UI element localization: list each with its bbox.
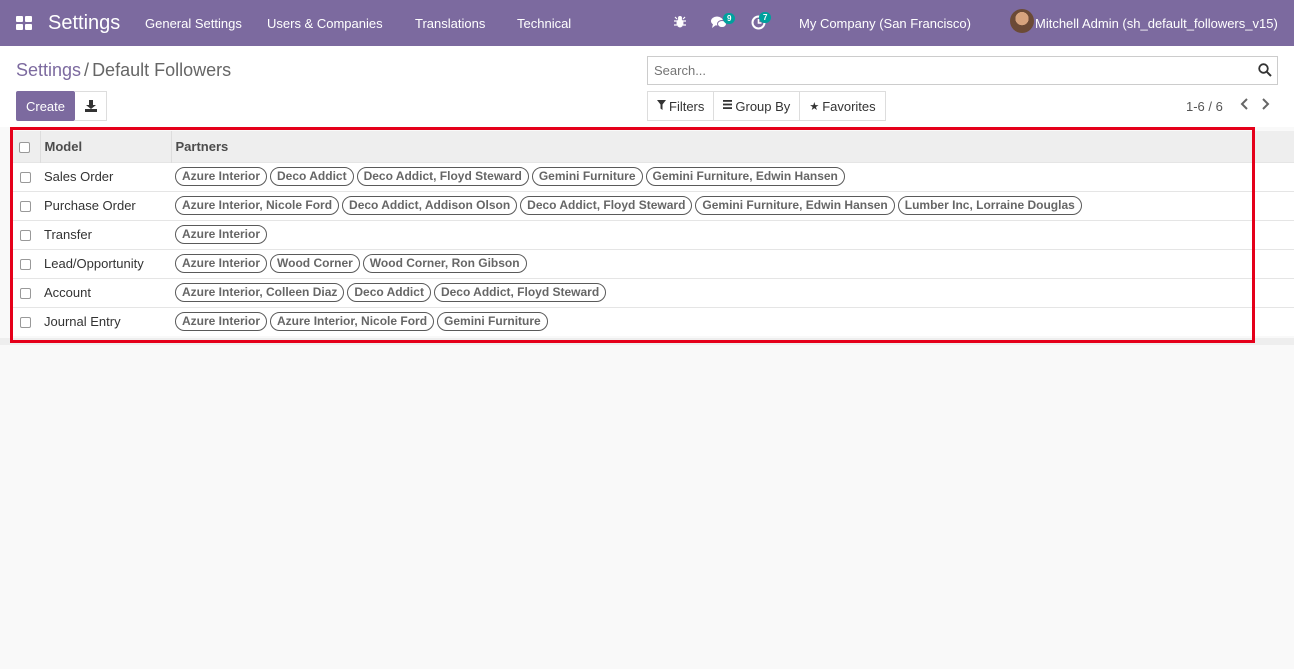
menu-technical[interactable]: Technical: [517, 16, 571, 31]
favorites-label: Favorites: [822, 98, 876, 114]
model-cell[interactable]: Journal Entry: [40, 307, 171, 336]
menu-users-companies[interactable]: Users & Companies: [267, 16, 383, 31]
partners-cell[interactable]: Azure Interior: [171, 220, 1294, 249]
pager-next-chevron-right-icon[interactable]: [1261, 97, 1271, 113]
row-checkbox-cell: [10, 249, 40, 278]
row-checkbox-cell: [10, 220, 40, 249]
group-by-label: Group By: [735, 98, 791, 114]
breadcrumb-separator: /: [84, 60, 90, 80]
partner-tag: Deco Addict, Addison Olson: [342, 196, 518, 215]
partner-tag: Azure Interior: [175, 167, 268, 186]
menu-translations[interactable]: Translations: [415, 16, 485, 31]
table-row[interactable]: Purchase Order Azure Interior, Nicole For…: [10, 191, 1294, 220]
filter-funnel-icon: [657, 99, 666, 113]
pager-previous-chevron-left-icon[interactable]: [1239, 97, 1249, 113]
row-checkbox-cell: [10, 278, 40, 307]
table-row[interactable]: Sales Order Azure Interior Deco Addict Deco…: [10, 162, 1294, 191]
favorites-button[interactable]: ★ Favorites: [800, 92, 884, 120]
row-checkbox-cell: [10, 191, 40, 220]
row-checkbox[interactable]: [19, 259, 31, 271]
partner-tag: Azure Interior: [175, 225, 268, 244]
row-checkbox[interactable]: [19, 230, 31, 242]
row-checkbox[interactable]: [19, 172, 31, 184]
row-checkbox-cell: [10, 307, 40, 336]
group-by-button[interactable]: Group By: [714, 92, 801, 120]
breadcrumb: Settings / Default Followers: [16, 60, 231, 81]
partner-tag: Deco Addict, Floyd Steward: [433, 283, 607, 302]
list-footer: [0, 338, 1294, 345]
column-header-model[interactable]: Model: [39, 131, 171, 162]
create-button[interactable]: Create: [16, 91, 75, 121]
partners-cell[interactable]: Azure Interior, Colleen Diaz Deco Addict D…: [171, 278, 1294, 307]
app-brand[interactable]: Settings: [48, 12, 120, 35]
table-row[interactable]: Journal Entry Azure Interior Azure Interio…: [10, 307, 1294, 336]
select-all-checkbox-cell: [10, 131, 40, 162]
breadcrumb-settings-link[interactable]: Settings: [16, 60, 81, 80]
partner-tag: Deco Addict, Floyd Steward: [520, 196, 693, 215]
partners-cell[interactable]: Azure Interior Wood Corner Wood Corner, Ro…: [171, 249, 1294, 278]
page-title: Default Followers: [92, 60, 232, 80]
partner-tag: Gemini Furniture: [531, 167, 643, 186]
partner-tag: Azure Interior: [175, 312, 268, 332]
search-bar: [647, 56, 1278, 85]
model-cell[interactable]: Purchase Order: [40, 191, 171, 220]
select-all-checkbox[interactable]: [19, 141, 31, 153]
user-menu[interactable]: Mitchell Admin (sh_default_followers_v15…: [1035, 16, 1278, 31]
control-panel: Settings/Default Followers Create Filter…: [0, 46, 1294, 127]
partner-tag: Azure Interior, Colleen Diaz: [175, 283, 345, 302]
model-cell[interactable]: Transfer: [40, 220, 171, 249]
activity-count-badge: 7: [759, 12, 772, 23]
search-input[interactable]: [648, 57, 1248, 84]
download-icon: [84, 100, 97, 112]
star-icon: ★: [809, 100, 820, 113]
partner-tag: Deco Addict, Floyd Steward: [356, 167, 529, 186]
list-table: Model Partners Sales Order Azure Interior…: [10, 131, 1294, 336]
export-button[interactable]: [75, 91, 107, 121]
table-row[interactable]: Lead/Opportunity Azure Interior Wood Corne…: [10, 249, 1294, 278]
partner-tag: Azure Interior: [175, 254, 268, 273]
partner-tag: Azure Interior, Nicole Ford: [175, 196, 340, 215]
default-followers-list: Model Partners Sales Order Azure Interior…: [10, 131, 1294, 336]
row-checkbox[interactable]: [19, 288, 31, 300]
column-header-partners[interactable]: Partners: [170, 131, 1294, 162]
company-switcher[interactable]: My Company (San Francisco): [799, 16, 971, 31]
menu-general-settings[interactable]: General Settings: [145, 16, 242, 31]
partner-tag: Azure Interior, Nicole Ford: [270, 312, 435, 332]
partner-tag: Gemini Furniture, Edwin Hansen: [695, 196, 895, 215]
table-header-row: Model Partners: [10, 131, 1294, 162]
partner-tag: Wood Corner: [270, 254, 360, 273]
partner-tag: Wood Corner, Ron Gibson: [362, 254, 527, 273]
partner-tag: Deco Addict: [347, 283, 431, 302]
row-checkbox[interactable]: [19, 317, 31, 329]
model-cell[interactable]: Account: [40, 278, 171, 307]
partner-tag: Gemini Furniture: [437, 312, 548, 332]
row-checkbox[interactable]: [19, 201, 31, 213]
apps-menu-icon[interactable]: [16, 16, 32, 30]
user-avatar[interactable]: [1010, 9, 1034, 33]
row-checkbox-cell: [10, 162, 40, 191]
top-navbar: Settings General Settings Users & Compan…: [0, 0, 1294, 46]
model-cell[interactable]: Lead/Opportunity: [40, 249, 171, 278]
chat-count-badge: 9: [723, 13, 736, 24]
partner-tag: Lumber Inc, Lorraine Douglas: [897, 196, 1082, 215]
partner-tag: Deco Addict: [270, 167, 354, 186]
list-bars-icon: [723, 100, 733, 112]
model-cell[interactable]: Sales Order: [40, 162, 171, 191]
pager-value[interactable]: 1-6 / 6: [1186, 99, 1223, 114]
table-row[interactable]: Account Azure Interior, Colleen Diaz Deco …: [10, 278, 1294, 307]
partners-cell[interactable]: Azure Interior, Nicole Ford Deco Addict, …: [171, 191, 1294, 220]
search-icon[interactable]: [1258, 63, 1272, 80]
debug-bug-icon[interactable]: [673, 15, 687, 32]
partners-cell[interactable]: Azure Interior Azure Interior, Nicole For…: [171, 307, 1294, 336]
filters-label: Filters: [669, 98, 705, 114]
partner-tag: Gemini Furniture, Edwin Hansen: [645, 167, 845, 186]
table-row[interactable]: Transfer Azure Interior: [10, 220, 1294, 249]
partners-cell[interactable]: Azure Interior Deco Addict Deco Addict, Fl…: [171, 162, 1294, 191]
filters-button[interactable]: Filters: [648, 92, 715, 120]
search-options: Filters Group By ★ Favorites: [647, 91, 886, 121]
